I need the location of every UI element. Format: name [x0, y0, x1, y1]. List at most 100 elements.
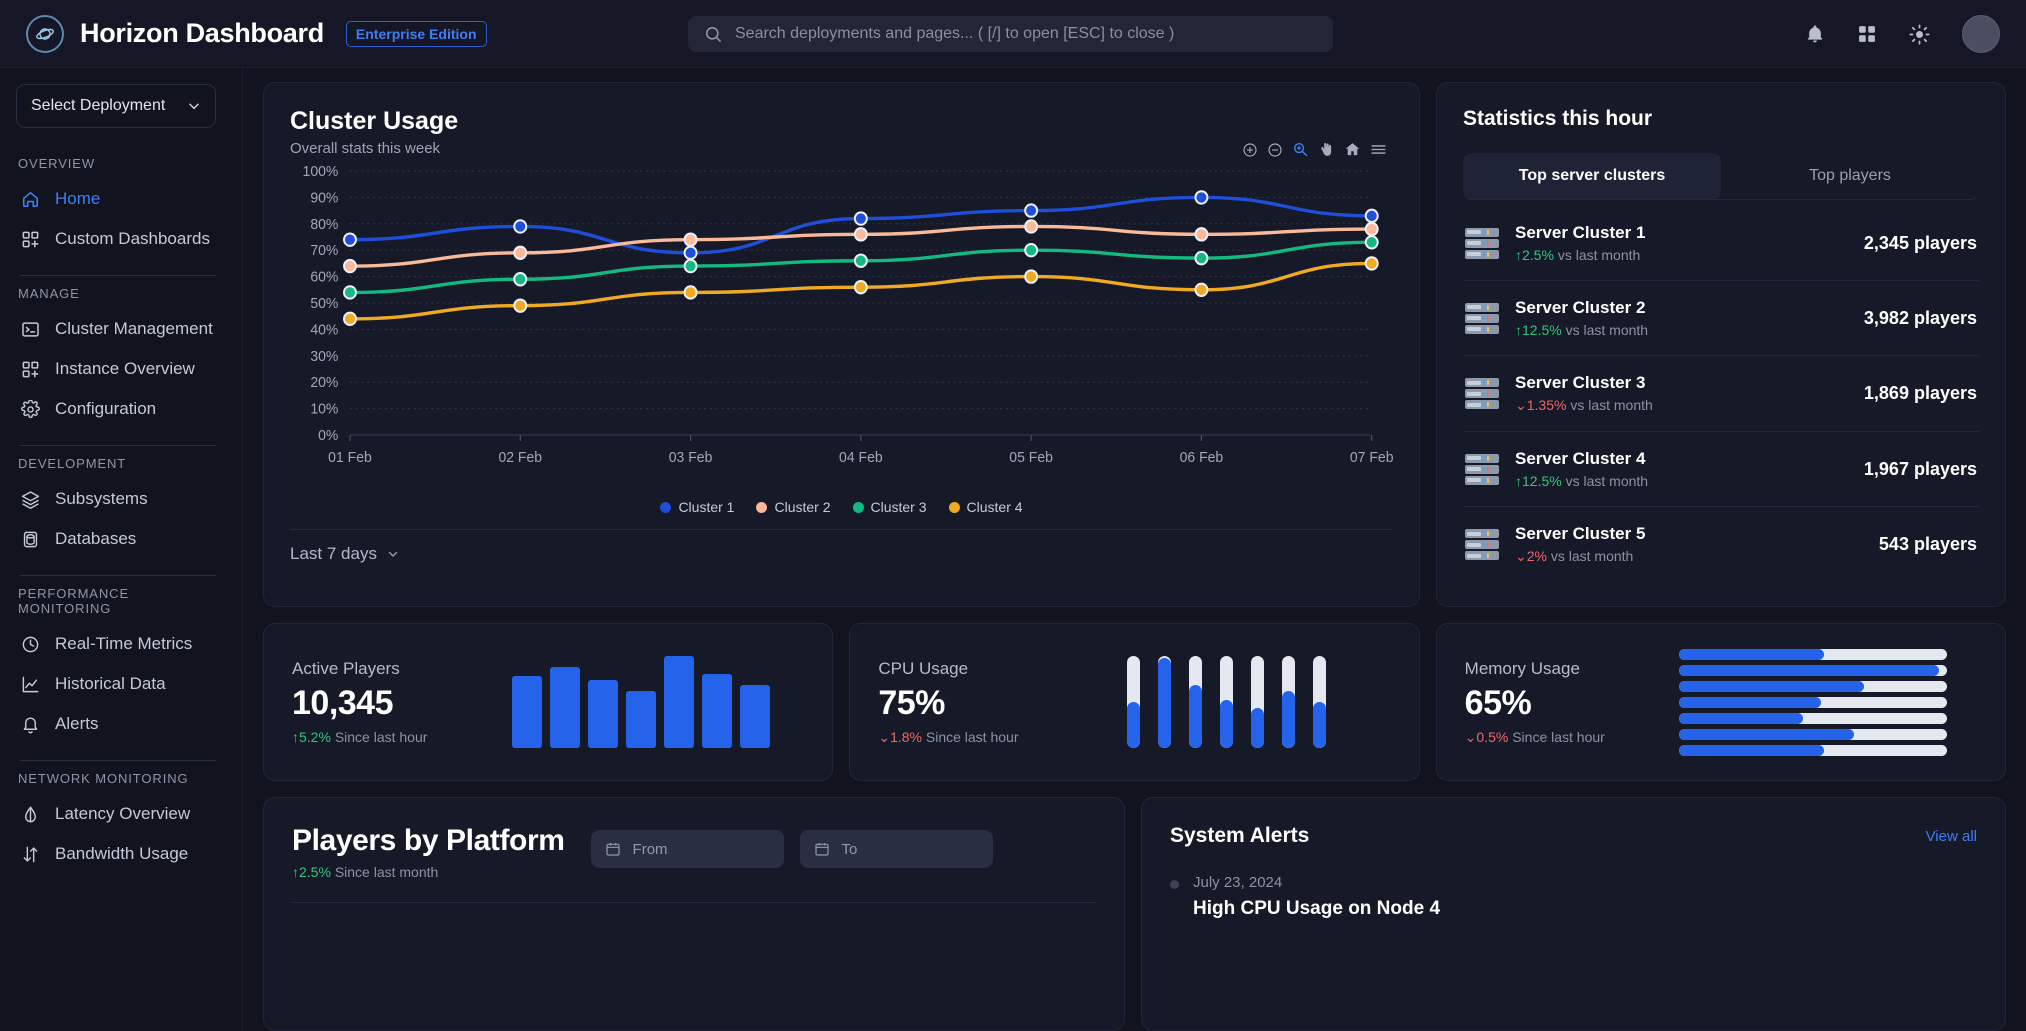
kpi-delta: ↑5.2% Since last hour: [292, 729, 477, 745]
cluster-usage-title: Cluster Usage: [290, 107, 459, 135]
sidebar-item-label: Configuration: [55, 399, 157, 418]
avatar[interactable]: [1962, 15, 2000, 53]
table-row[interactable]: Server Cluster 5 ⌄2% vs last month 543 p…: [1463, 507, 1979, 582]
list-item[interactable]: July 23, 2024 High CPU Usage on Node 4: [1170, 874, 1977, 920]
pan-icon[interactable]: [1318, 141, 1335, 158]
sidebar-item-home[interactable]: Home: [16, 179, 220, 219]
sidebar-item-label: Historical Data: [55, 674, 166, 693]
table-row[interactable]: Server Cluster 2 ↑12.5% vs last month 3,…: [1463, 281, 1979, 356]
gauge-fill: [1251, 707, 1265, 748]
gauge-tube: [1251, 656, 1265, 748]
server-cluster-name: Server Cluster 1: [1515, 223, 1646, 242]
svg-text:02 Feb: 02 Feb: [498, 450, 542, 466]
sidebar-divider: [20, 275, 216, 276]
server-cluster-count: 543 players: [1878, 534, 1977, 554]
legend-item-cluster-1[interactable]: Cluster 1: [660, 499, 734, 515]
page-title: Horizon Dashboard: [80, 18, 324, 48]
legend-swatch: [756, 501, 768, 513]
sidebar-item-configuration[interactable]: Configuration: [16, 389, 220, 429]
legend-item-cluster-3[interactable]: Cluster 3: [852, 499, 927, 515]
gauge-fill: [1127, 702, 1141, 748]
sidebar-item-cluster-management[interactable]: Cluster Management: [16, 309, 220, 349]
date-range-picker[interactable]: Last 7 days: [290, 544, 399, 564]
cluster-usage-plot[interactable]: 100% 90% 80% 70% 60% 50% 40% 30% 20% 10% 0% 01 Feb 0…: [290, 163, 1393, 493]
sidebar-item-bandwidth-usage[interactable]: Bandwidth Usage: [16, 834, 220, 874]
players-by-platform-card: Players by Platform ↑2.5% Since last mon…: [263, 797, 1125, 1031]
legend-item-cluster-2[interactable]: Cluster 2: [756, 499, 831, 515]
sidebar-item-latency-overview[interactable]: Latency Overview: [16, 794, 220, 834]
progress-track: [1679, 696, 1948, 708]
reset-home-icon[interactable]: [1344, 141, 1361, 158]
players-by-platform-title: Players by Platform: [292, 824, 565, 857]
progress-track: [1679, 648, 1948, 660]
legend-swatch: [660, 501, 672, 513]
sidebar-item-label: Alerts: [55, 714, 99, 733]
delta-value: 2.5%: [299, 864, 331, 880]
server-cluster-name: Server Cluster 3: [1515, 373, 1646, 392]
sidebar-item-subsystems[interactable]: Subsystems: [16, 479, 220, 519]
zoom-out-icon[interactable]: [1267, 142, 1283, 158]
sun-theme-icon[interactable]: [1909, 23, 1930, 45]
table-row[interactable]: Server Cluster 1 ↑2.5% vs last month 2,3…: [1463, 206, 1979, 281]
bar: [549, 667, 580, 748]
svg-text:70%: 70%: [310, 243, 338, 259]
delta-value: 2.5%: [1522, 247, 1554, 263]
legend-item-cluster-4[interactable]: Cluster 4: [948, 499, 1023, 515]
svg-text:60%: 60%: [310, 269, 338, 285]
server-rack-icon: [1465, 302, 1499, 334]
zoom-in-icon[interactable]: [1242, 142, 1258, 158]
sidebar-item-real-time-metrics[interactable]: Real-Time Metrics: [16, 624, 220, 664]
top-panels-row: Cluster Usage Overall stats this week 10…: [263, 82, 2006, 607]
statistics-tabs: Top server clusters Top players: [1463, 153, 1979, 200]
status-dot-icon: [1170, 880, 1179, 889]
svg-text:0%: 0%: [318, 428, 339, 444]
delta-suffix: Since last hour: [925, 728, 1019, 745]
trend-up-icon: ↑: [1515, 473, 1522, 489]
players-by-platform-delta: ↑2.5% Since last month: [292, 864, 565, 880]
server-rack-icon: [1465, 529, 1499, 560]
selection-zoom-icon[interactable]: [1292, 141, 1309, 158]
server-cluster-count: 1,967 players: [1863, 458, 1977, 479]
tab-top-server-clusters[interactable]: Top server clusters: [1463, 153, 1721, 199]
table-row[interactable]: Server Cluster 3 ⌄1.35% vs last month 1,…: [1463, 356, 1979, 432]
server-cluster-name: Server Cluster 4: [1515, 449, 1646, 468]
sidebar-item-label: Bandwidth Usage: [55, 844, 189, 863]
sidebar-divider: [20, 445, 216, 446]
progress-fill: [1679, 712, 1803, 724]
sidebar-item-alerts[interactable]: Alerts: [16, 704, 220, 744]
menu-icon[interactable]: [1370, 141, 1387, 158]
cpu-usage-card: CPU Usage 75% ⌄1.8% Since last hour: [849, 623, 1420, 781]
clock-icon: [20, 635, 40, 654]
date-to-field[interactable]: To: [799, 830, 993, 868]
kpi-delta: ⌄0.5% Since last hour: [1465, 729, 1650, 746]
grid-apps-icon[interactable]: [1857, 24, 1877, 44]
sidebar-item-label: Real-Time Metrics: [55, 634, 193, 653]
sidebar-item-historical-data[interactable]: Historical Data: [16, 664, 220, 704]
server-cluster-delta: ↑12.5% vs last month: [1515, 322, 1848, 338]
svg-text:80%: 80%: [310, 217, 338, 233]
bell-icon[interactable]: [1805, 24, 1825, 44]
gauge-tube: [1220, 656, 1234, 748]
search-bar[interactable]: [688, 16, 1333, 52]
view-all-link[interactable]: View all: [1926, 828, 1977, 845]
deployment-select[interactable]: Select Deployment: [16, 84, 216, 128]
delta-suffix: vs last month: [1565, 322, 1649, 338]
progress-fill: [1679, 696, 1822, 708]
delta-suffix: vs last month: [1565, 473, 1649, 489]
sidebar-item-custom-dashboards[interactable]: Custom Dashboards: [16, 219, 220, 259]
statistics-title: Statistics this hour: [1463, 107, 1653, 130]
trend-up-icon: ↑: [1515, 247, 1522, 263]
sidebar-item-instance-overview[interactable]: Instance Overview: [16, 349, 220, 389]
kpi-value: 65%: [1464, 683, 1532, 722]
delta-value: 1.8%: [890, 728, 922, 745]
progress-fill: [1679, 664, 1940, 676]
sidebar-item-databases[interactable]: Databases: [16, 519, 220, 559]
date-from-field[interactable]: From: [590, 830, 784, 868]
dashboard-root: Horizon Dashboard Enterprise Edition Sea…: [0, 0, 2026, 1031]
bar: [663, 656, 694, 748]
table-row[interactable]: Server Cluster 4 ↑12.5% vs last month 1,…: [1463, 432, 1979, 507]
dashboard-add-icon: [20, 360, 40, 379]
tab-top-players[interactable]: Top players: [1721, 153, 1979, 199]
sidebar-item-label: Latency Overview: [55, 804, 191, 823]
search-input[interactable]: [735, 25, 1317, 43]
